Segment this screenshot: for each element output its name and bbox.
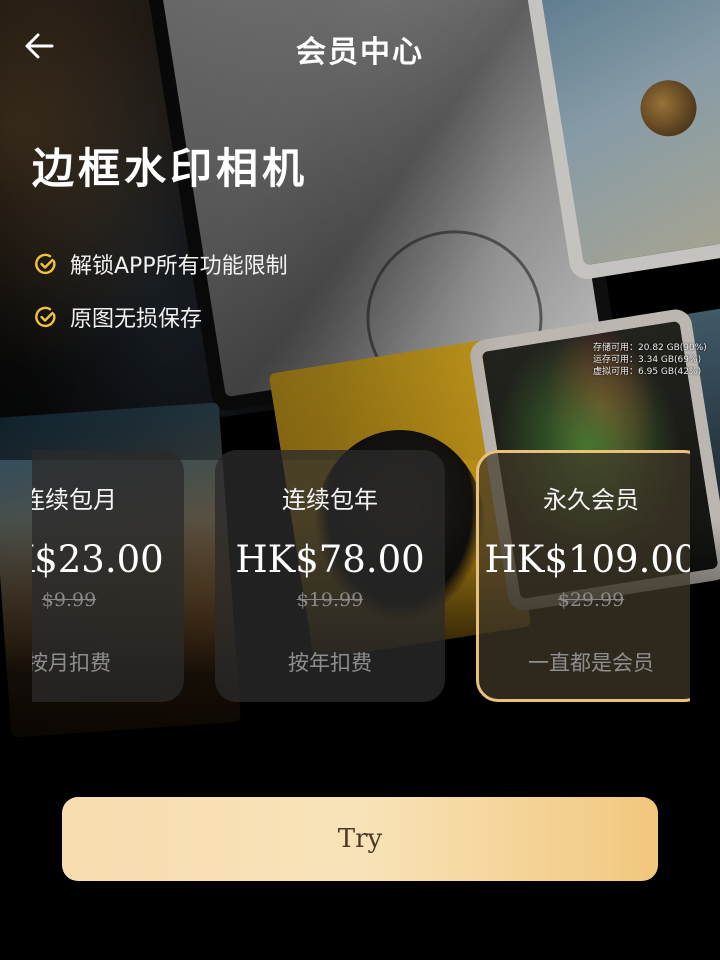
feature-label: 解锁APP所有功能限制 — [70, 254, 288, 279]
plan-card-yearly[interactable]: 连续包年 HK$78.00 $19.99 按年扣费 — [215, 450, 445, 702]
memory-line-storage: 存储可用：20.82 GB(90%) — [593, 343, 707, 353]
try-button-label: Try — [337, 824, 383, 854]
check-circle-icon — [35, 253, 56, 275]
app-name-heading: 边框水印相机 — [32, 144, 309, 193]
plan-card-lifetime[interactable]: 永久会员 HK$109.00 $29.99 一直都是会员 — [476, 450, 690, 702]
feature-item: 原图无损保存 — [34, 302, 202, 332]
plan-carousel[interactable]: 连续包月 HK$23.00 $9.99 按月扣费 连续包年 HK$78.00 $… — [32, 450, 690, 706]
plan-description: 按年扣费 — [288, 651, 372, 675]
plan-price: HK$78.00 — [235, 538, 425, 581]
plan-price: HK$109.00 — [484, 538, 690, 581]
memory-status-overlay: 存储可用：20.82 GB(90%) 运存可用：3.34 GB(69%) 虚拟可… — [593, 342, 707, 378]
plan-description: 一直都是会员 — [528, 651, 654, 675]
feature-item: 解锁APP所有功能限制 — [34, 249, 288, 279]
plan-original-price: $9.99 — [41, 589, 97, 611]
plan-price: HK$23.00 — [32, 538, 164, 581]
memory-line-virtual: 虚拟可用：6.95 GB(42%) — [593, 367, 702, 377]
plan-original-price: $19.99 — [296, 589, 364, 611]
plan-description: 按月扣费 — [32, 651, 111, 675]
page-title: 会员中心 — [296, 35, 424, 70]
plan-name: 连续包月 — [32, 486, 117, 514]
plan-card-monthly[interactable]: 连续包月 HK$23.00 $9.99 按月扣费 — [32, 450, 184, 702]
plan-original-price: $29.99 — [557, 589, 625, 611]
try-button[interactable]: Try — [62, 797, 658, 881]
plan-name: 永久会员 — [543, 486, 639, 514]
header-bar: 会员中心 — [0, 0, 720, 92]
plan-name: 连续包年 — [282, 486, 378, 514]
feature-label: 原图无损保存 — [70, 307, 203, 332]
memory-line-ram: 运存可用：3.34 GB(69%) — [593, 355, 702, 365]
check-circle-icon — [35, 306, 56, 328]
